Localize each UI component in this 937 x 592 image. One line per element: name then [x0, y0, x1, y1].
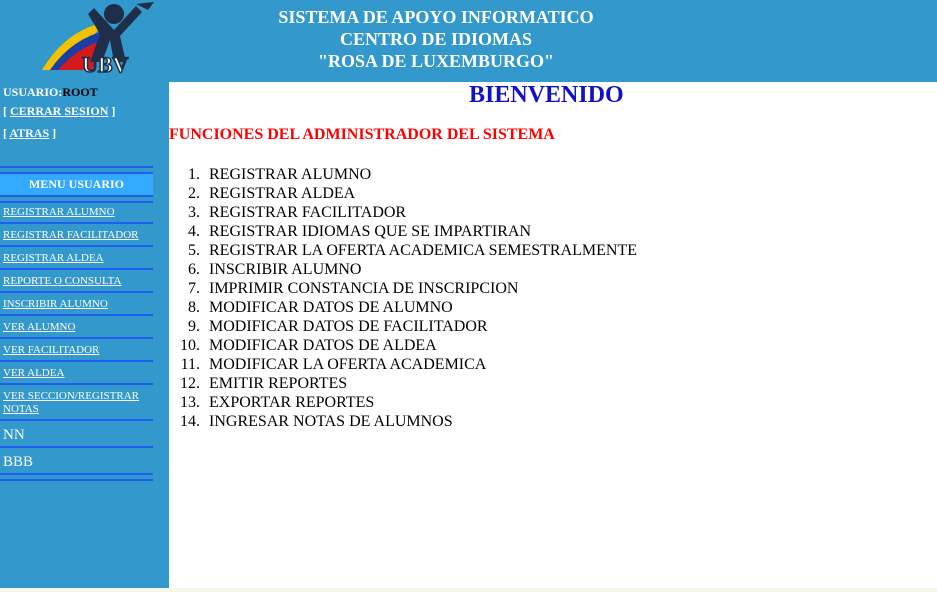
- title-line-1: SISTEMA DE APOYO INFORMATICO: [278, 7, 594, 27]
- menu-title: MENU USUARIO: [0, 174, 153, 195]
- function-label: REGISTRAR IDIOMAS QUE SE IMPARTIRAN: [209, 223, 532, 240]
- admin-functions-title: FUNCIONES DEL ADMINISTRADOR DEL SISTEMA: [169, 126, 555, 143]
- back-link-wrap: [ ATRAS ]: [3, 126, 57, 140]
- function-number: 5.: [188, 242, 200, 259]
- title-line-2: CENTRO DE IDIOMAS: [339, 29, 533, 49]
- menu-item-ver-seccion-notas[interactable]: VER SECCION/REGISTRAR NOTAS: [0, 387, 153, 419]
- function-number: 8.: [188, 299, 200, 316]
- user-info: USUARIO:ROOT: [3, 85, 98, 100]
- function-number: 12.: [180, 375, 200, 392]
- menu-divider: [0, 166, 153, 174]
- function-label: MODIFICAR DATOS DE FACILITADOR: [209, 318, 488, 335]
- user-label: USUARIO:: [3, 85, 63, 99]
- sidebar: USUARIO:ROOT [ CERRAR SESION ] [ ATRAS ]…: [0, 82, 169, 588]
- menu-item-registrar-aldea[interactable]: REGISTRAR ALDEA: [0, 249, 153, 268]
- function-number: 14.: [180, 413, 200, 430]
- function-number: 7.: [188, 280, 200, 297]
- main-content: BIENVENIDO FUNCIONES DEL ADMINISTRADOR D…: [169, 82, 937, 588]
- menu-item-inscribir-alumno[interactable]: INSCRIBIR ALUMNO: [0, 295, 153, 314]
- menu-item-registrar-facilitador[interactable]: REGISTRAR FACILITADOR: [0, 226, 153, 245]
- menu-item-registrar-alumno[interactable]: REGISTRAR ALUMNO: [0, 203, 153, 222]
- function-item: 11. MODIFICAR LA OFERTA ACADEMICA: [169, 355, 487, 374]
- function-item: 4. REGISTRAR IDIOMAS QUE SE IMPARTIRAN: [169, 222, 531, 241]
- user-menu: MENU USUARIO REGISTRAR ALUMNO REGISTRAR …: [0, 166, 153, 481]
- function-label: EMITIR REPORTES: [209, 375, 348, 392]
- header-bar: UBV SISTEMA DE APOYO INFORMATICO CENTRO …: [0, 0, 937, 82]
- logo-text: UBV: [82, 52, 129, 75]
- function-label: IMPRIMIR CONSTANCIA DE INSCRIPCION: [209, 280, 519, 297]
- function-number: 10.: [180, 337, 200, 354]
- function-number: 3.: [188, 204, 200, 221]
- function-number: 9.: [188, 318, 200, 335]
- function-item: 5. REGISTRAR LA OFERTA ACADEMICA SEMESTRA…: [169, 241, 637, 260]
- function-item: 12. EMITIR REPORTES: [169, 374, 347, 393]
- function-item: 8. MODIFICAR DATOS DE ALUMNO: [169, 298, 453, 317]
- functions-list: 1. REGISTRAR ALUMNO 2. REGISTRAR ALDEA 3. REG…: [169, 165, 637, 431]
- user-name: ROOT: [62, 85, 98, 99]
- welcome-heading: BIENVENIDO: [469, 82, 624, 108]
- menu-item-ver-aldea[interactable]: VER ALDEA: [0, 364, 153, 383]
- function-item: 1. REGISTRAR ALUMNO: [169, 165, 371, 184]
- logout-link-wrap: [ CERRAR SESION ]: [3, 104, 116, 118]
- function-number: 4.: [188, 223, 200, 240]
- function-number: 13.: [180, 394, 200, 411]
- menu-item-bbb: BBB: [3, 454, 34, 470]
- menu-item-nn: NN: [3, 427, 25, 443]
- function-item: 13. EXPORTAR REPORTES: [169, 393, 374, 412]
- ubv-logo: UBV: [36, 0, 158, 78]
- function-item: 14. INGRESAR NOTAS DE ALUMNOS: [169, 412, 453, 431]
- title-line-3: "ROSA DE LUXEMBURGO": [317, 51, 554, 71]
- menu-item-ver-facilitador[interactable]: VER FACILITADOR: [0, 341, 153, 360]
- function-item: 6. INSCRIBIR ALUMNO: [169, 260, 361, 279]
- system-title: SISTEMA DE APOYO INFORMATICO CENTRO DE I…: [226, 6, 646, 72]
- function-item: 3. REGISTRAR FACILITADOR: [169, 203, 406, 222]
- bottom-border: [0, 588, 937, 592]
- function-number: 1.: [188, 166, 200, 183]
- function-label: REGISTRAR ALUMNO: [209, 166, 372, 183]
- menu-item-ver-alumno[interactable]: VER ALUMNO: [0, 318, 153, 337]
- logout-link[interactable]: CERRAR SESION: [10, 104, 108, 118]
- back-link[interactable]: ATRAS: [9, 126, 49, 140]
- function-label: INSCRIBIR ALUMNO: [209, 261, 362, 278]
- function-item: 9. MODIFICAR DATOS DE FACILITADOR: [169, 317, 488, 336]
- function-number: 11.: [180, 356, 200, 373]
- function-label: MODIFICAR LA OFERTA ACADEMICA: [209, 356, 487, 373]
- menu-divider: [0, 473, 153, 481]
- function-label: MODIFICAR DATOS DE ALDEA: [209, 337, 437, 354]
- function-item: 2. REGISTRAR ALDEA: [169, 184, 355, 203]
- function-number: 6.: [188, 261, 200, 278]
- function-label: REGISTRAR LA OFERTA ACADEMICA SEMESTRALM…: [209, 242, 638, 259]
- function-item: 7. IMPRIMIR CONSTANCIA DE INSCRIPCION: [169, 279, 518, 298]
- menu-item-reporte-consulta[interactable]: REPORTE O CONSULTA: [0, 272, 153, 291]
- function-label: INGRESAR NOTAS DE ALUMNOS: [209, 413, 453, 430]
- menu-divider: [0, 195, 153, 203]
- function-item: 10. MODIFICAR DATOS DE ALDEA: [169, 336, 437, 355]
- function-label: EXPORTAR REPORTES: [209, 394, 375, 411]
- function-label: MODIFICAR DATOS DE ALUMNO: [209, 299, 453, 316]
- function-label: REGISTRAR ALDEA: [209, 185, 356, 202]
- function-label: REGISTRAR FACILITADOR: [209, 204, 407, 221]
- function-number: 2.: [188, 185, 200, 202]
